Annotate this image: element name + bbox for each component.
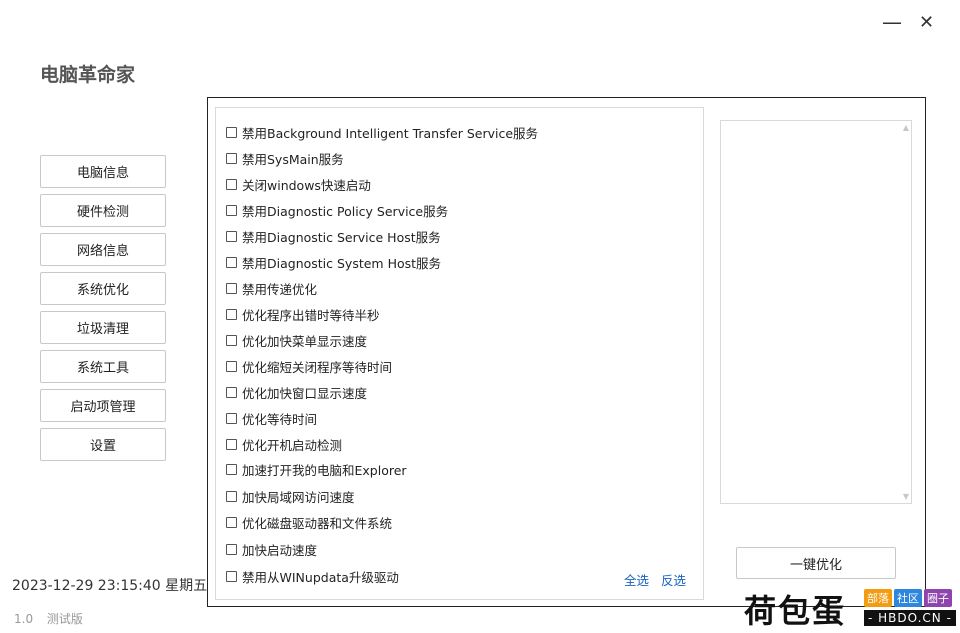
checkbox[interactable] [226, 544, 237, 555]
datetime-display: 2023-12-29 23:15:40 星期五 [12, 578, 208, 594]
option-explorer-speed[interactable]: 加速打开我的电脑和Explorer [226, 460, 407, 479]
option-label: 优化加快窗口显示速度 [242, 386, 368, 401]
one-click-optimize-button[interactable]: 一键优化 [736, 547, 896, 579]
option-label: 关闭windows快速启动 [242, 178, 371, 193]
watermark-tag: 社区 [894, 589, 922, 607]
options-list: 禁用Background Intelligent Transfer Servic… [215, 107, 704, 600]
option-disk-fs[interactable]: 优化磁盘驱动器和文件系统 [226, 513, 392, 532]
nav-button-junk-clean[interactable]: 垃圾清理 [40, 311, 166, 344]
option-menu-speed[interactable]: 优化加快菜单显示速度 [226, 331, 367, 350]
checkbox[interactable] [226, 413, 237, 424]
option-window-speed[interactable]: 优化加快窗口显示速度 [226, 383, 367, 402]
option-close-wait[interactable]: 优化缩短关闭程序等待时间 [226, 357, 392, 376]
output-textarea[interactable]: ▲ ▼ [720, 120, 912, 504]
checkbox[interactable] [226, 491, 237, 502]
checkbox[interactable] [226, 127, 237, 138]
option-disable-delivery-optimization[interactable]: 禁用传递优化 [226, 279, 317, 298]
checkbox[interactable] [226, 517, 237, 528]
watermark-tag: 圈子 [924, 589, 952, 607]
checkbox[interactable] [226, 283, 237, 294]
option-disable-diag-system-host[interactable]: 禁用Diagnostic System Host服务 [226, 253, 441, 272]
version-label: 测试版 [46, 612, 83, 626]
checkbox[interactable] [226, 257, 237, 268]
option-label: 禁用Background Intelligent Transfer Servic… [242, 126, 539, 141]
checkbox[interactable] [226, 571, 237, 582]
watermark-tags: 部落 社区 圈子 [864, 589, 952, 607]
checkbox[interactable] [226, 231, 237, 242]
checkbox[interactable] [226, 361, 237, 372]
option-label: 禁用Diagnostic Policy Service服务 [242, 204, 449, 219]
option-label: 优化缩短关闭程序等待时间 [242, 360, 393, 375]
option-label: 禁用从WINupdata升级驱动 [242, 570, 399, 585]
version-number: 1.0 [14, 612, 34, 626]
nav-button-network-info[interactable]: 网络信息 [40, 233, 166, 266]
close-button[interactable]: ✕ [919, 12, 934, 33]
option-startup-speed[interactable]: 加快启动速度 [226, 540, 317, 559]
option-label: 优化程序出错时等待半秒 [242, 308, 380, 323]
checkbox[interactable] [226, 309, 237, 320]
option-label: 优化加快菜单显示速度 [242, 334, 368, 349]
option-wait-time[interactable]: 优化等待时间 [226, 409, 317, 428]
watermark-url: - HBDO.CN - [864, 610, 956, 626]
option-disable-dps[interactable]: 禁用Diagnostic Policy Service服务 [226, 201, 448, 220]
option-label: 优化开机启动检测 [242, 438, 343, 453]
checkbox[interactable] [226, 439, 237, 450]
scroll-up-arrow-icon[interactable]: ▲ [903, 123, 909, 132]
option-disable-sysmain[interactable]: 禁用SysMain服务 [226, 149, 344, 168]
nav-button-computer-info[interactable]: 电脑信息 [40, 155, 166, 188]
select-all-link[interactable]: 全选 [624, 570, 649, 589]
checkbox[interactable] [226, 335, 237, 346]
option-lan-speed[interactable]: 加快局域网访问速度 [226, 487, 355, 506]
option-disable-fast-startup[interactable]: 关闭windows快速启动 [226, 175, 371, 194]
option-label: 加快局域网访问速度 [242, 490, 355, 505]
option-error-wait[interactable]: 优化程序出错时等待半秒 [226, 305, 380, 324]
checkbox[interactable] [226, 205, 237, 216]
option-disable-diag-service-host[interactable]: 禁用Diagnostic Service Host服务 [226, 227, 441, 246]
minimize-button[interactable]: — [882, 10, 902, 34]
nav-button-settings[interactable]: 设置 [40, 428, 166, 461]
option-disable-bits[interactable]: 禁用Background Intelligent Transfer Servic… [226, 123, 538, 142]
option-label: 禁用Diagnostic System Host服务 [242, 256, 442, 271]
option-boot-check[interactable]: 优化开机启动检测 [226, 435, 342, 454]
checkbox[interactable] [226, 179, 237, 190]
invert-selection-link[interactable]: 反选 [661, 570, 686, 589]
option-label: 优化磁盘驱动器和文件系统 [242, 516, 393, 531]
watermark-main-text: 荷包蛋 [744, 592, 847, 630]
option-label: 加快启动速度 [242, 543, 318, 558]
nav-button-system-optimize[interactable]: 系统优化 [40, 272, 166, 305]
checkbox[interactable] [226, 153, 237, 164]
nav-button-hardware-check[interactable]: 硬件检测 [40, 194, 166, 227]
nav-button-startup-manager[interactable]: 启动项管理 [40, 389, 166, 422]
watermark-logo: 荷包蛋 部落 社区 圈子 - HBDO.CN - [744, 586, 960, 633]
option-label: 禁用传递优化 [242, 282, 318, 297]
option-label: 优化等待时间 [242, 412, 318, 427]
checkbox[interactable] [226, 387, 237, 398]
option-label: 禁用SysMain服务 [242, 152, 344, 167]
option-disable-driver-update[interactable]: 禁用从WINupdata升级驱动 [226, 567, 399, 586]
version-info: 1.0 测试版 [14, 610, 93, 627]
nav-button-system-tools[interactable]: 系统工具 [40, 350, 166, 383]
app-title: 电脑革命家 [40, 64, 136, 86]
scroll-down-arrow-icon[interactable]: ▼ [903, 492, 909, 501]
watermark-tag: 部落 [864, 589, 892, 607]
option-label: 加速打开我的电脑和Explorer [242, 463, 407, 478]
checkbox[interactable] [226, 464, 237, 475]
option-label: 禁用Diagnostic Service Host服务 [242, 230, 441, 245]
